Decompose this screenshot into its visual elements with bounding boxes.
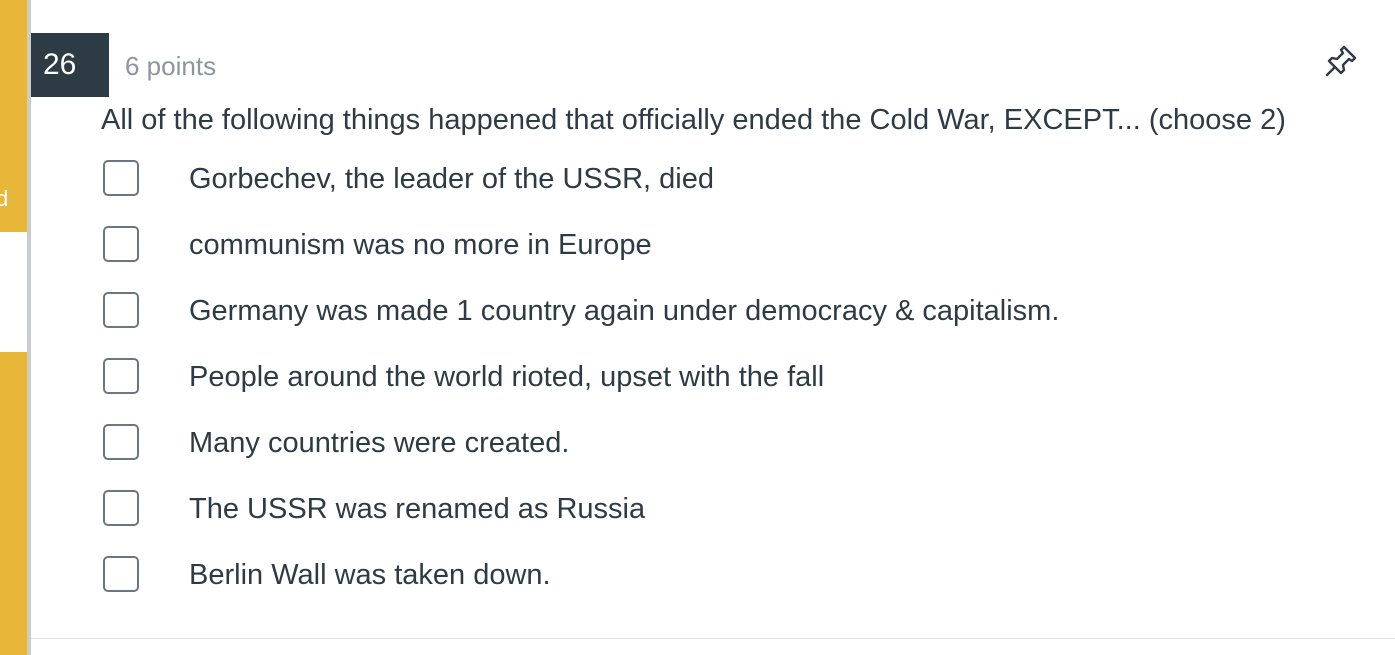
question-bottom-divider [31, 638, 1395, 639]
answer-label[interactable]: Many countries were created. [189, 422, 569, 464]
question-number-badge: 26 [31, 33, 109, 97]
question-points: 6 points [125, 51, 217, 81]
answer-checkbox[interactable] [103, 160, 139, 196]
answer-label[interactable]: communism was no more in Europe [189, 224, 652, 266]
answer-checkbox[interactable] [103, 358, 139, 394]
answer-option[interactable]: Germany was made 1 country again under d… [101, 290, 1361, 356]
pin-icon [1325, 45, 1357, 77]
answer-label[interactable]: People around the world rioted, upset wi… [189, 356, 824, 398]
quiz-page: d 26 6 points All of the following thing… [0, 0, 1395, 655]
answer-checkbox[interactable] [103, 292, 139, 328]
answer-checkbox[interactable] [103, 424, 139, 460]
answer-checkbox[interactable] [103, 226, 139, 262]
sidebar-divider [27, 0, 31, 655]
left-sidebar: d [0, 0, 27, 655]
answer-option[interactable]: Berlin Wall was taken down. [101, 554, 1361, 620]
answer-option[interactable]: communism was no more in Europe [101, 224, 1361, 290]
answer-checkbox[interactable] [103, 556, 139, 592]
answer-option[interactable]: Gorbechev, the leader of the USSR, died [101, 158, 1361, 224]
answer-option[interactable]: Many countries were created. [101, 422, 1361, 488]
answer-label[interactable]: Germany was made 1 country again under d… [189, 290, 1059, 332]
question-text: All of the following things happened tha… [101, 104, 1286, 136]
answer-label[interactable]: Berlin Wall was taken down. [189, 554, 551, 596]
answer-label[interactable]: The USSR was renamed as Russia [189, 488, 645, 530]
answer-checkbox[interactable] [103, 490, 139, 526]
answer-list: Gorbechev, the leader of the USSR, died … [101, 158, 1361, 620]
answer-option[interactable]: The USSR was renamed as Russia [101, 488, 1361, 554]
sidebar-accent-block[interactable]: d [0, 0, 27, 232]
answer-label[interactable]: Gorbechev, the leader of the USSR, died [189, 158, 714, 200]
pin-question-button[interactable] [1322, 42, 1360, 80]
answer-option[interactable]: People around the world rioted, upset wi… [101, 356, 1361, 422]
sidebar-partial-text: d [0, 186, 9, 211]
sidebar-accent-block-lower[interactable] [0, 352, 27, 655]
